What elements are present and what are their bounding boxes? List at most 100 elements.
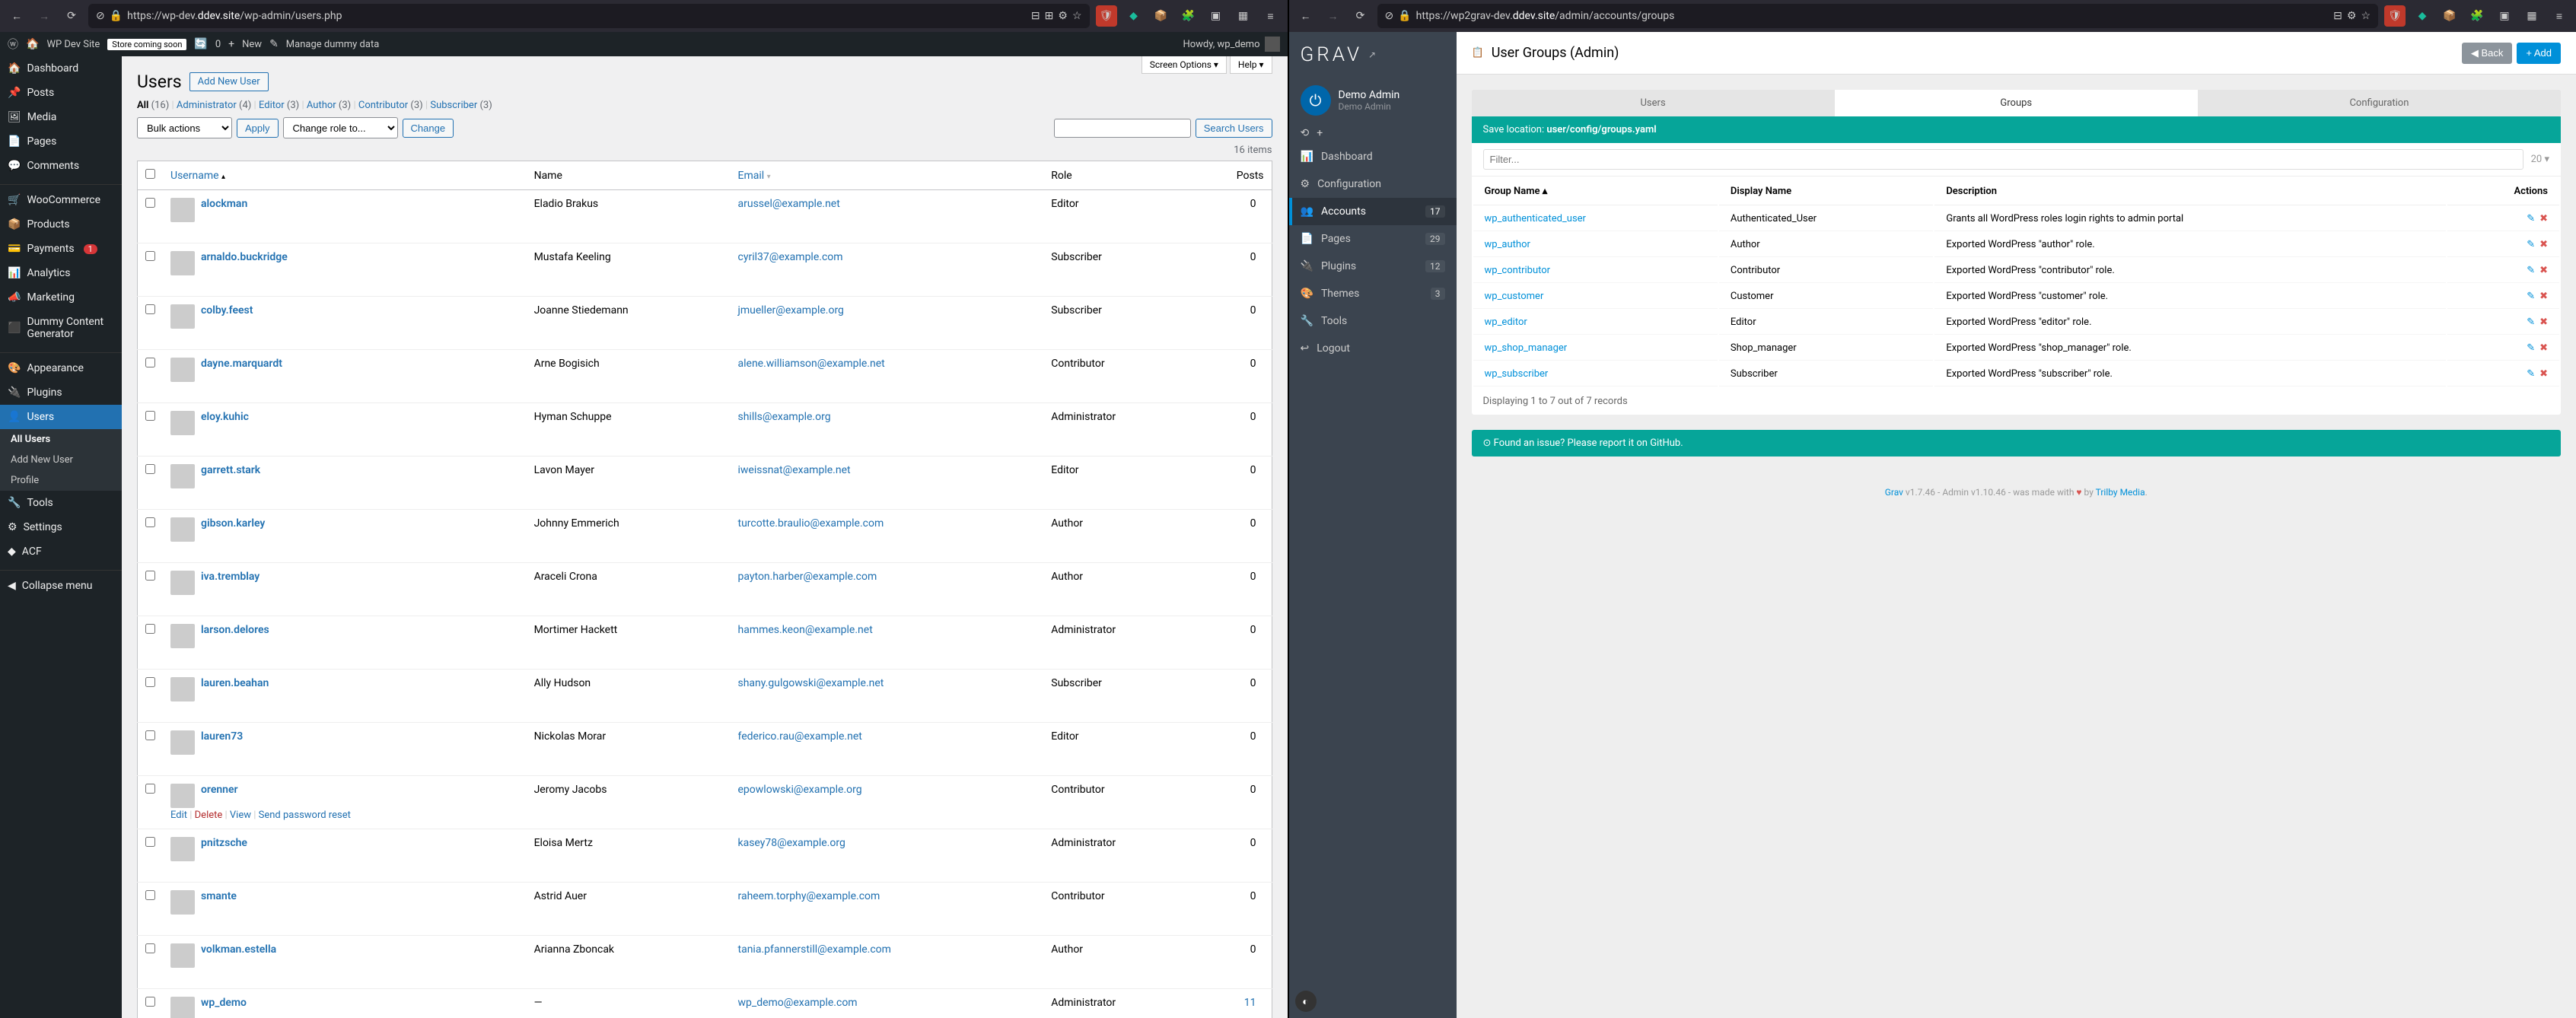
delete-icon[interactable]: ✖ <box>2539 291 2548 302</box>
username-link[interactable]: wp_demo <box>201 997 247 1009</box>
delete-link[interactable]: Delete <box>195 810 223 821</box>
username-link[interactable]: orenner <box>201 784 238 796</box>
username-link[interactable]: larson.delores <box>201 624 269 636</box>
row-checkbox[interactable] <box>145 624 155 634</box>
email-link[interactable]: tania.pfannerstill@example.com <box>738 943 891 956</box>
ext-ublock-icon[interactable]: 🛡 <box>2384 5 2406 27</box>
back-button[interactable]: ← <box>6 5 27 27</box>
delete-icon[interactable]: ✖ <box>2539 317 2548 328</box>
sidebar-item-configuration[interactable]: ⚙Configuration <box>1289 170 1457 198</box>
sidebar-item-acf[interactable]: ◆ACF <box>0 539 122 564</box>
submenu-all-users[interactable]: All Users <box>0 429 122 450</box>
col-group-name[interactable]: Group Name ▴ <box>1473 178 1718 205</box>
username-link[interactable]: alockman <box>201 198 247 210</box>
home-icon[interactable]: 🏠 <box>26 38 39 50</box>
trilby-link[interactable]: Trilby Media <box>2096 487 2145 498</box>
ext-ublock-icon[interactable]: 🛡 <box>1096 5 1117 27</box>
email-link[interactable]: epowlowski@example.org <box>738 784 862 796</box>
email-link[interactable]: hammes.keon@example.net <box>738 624 873 636</box>
email-link[interactable]: turcotte.braulio@example.com <box>738 517 884 530</box>
delete-icon[interactable]: ✖ <box>2539 239 2548 250</box>
sidebar-item-dashboard[interactable]: 📊Dashboard <box>1289 143 1457 170</box>
url-bar[interactable]: ⊘ 🔒 https://wp2grav-dev.ddev.site/admin/… <box>1377 4 2379 28</box>
grav-logo[interactable]: GRAV↗ <box>1289 32 1457 78</box>
edit-icon[interactable]: ✎ <box>2527 317 2535 328</box>
sidebar-item-media[interactable]: 🖼Media <box>0 105 122 129</box>
grav-user[interactable]: ⏻ Demo Admin Demo Admin <box>1289 78 1457 123</box>
group-link[interactable]: wp_editor <box>1485 317 1527 328</box>
row-checkbox[interactable] <box>145 358 155 367</box>
edit-link[interactable]: Edit <box>170 810 187 821</box>
star-icon[interactable]: ☆ <box>2361 10 2371 22</box>
reader-icon[interactable]: ⊟ <box>1031 10 1040 22</box>
sidebar-item-tools[interactable]: 🔧Tools <box>1289 307 1457 335</box>
edit-icon[interactable]: ✎ <box>2527 368 2535 380</box>
col-display-name[interactable]: Display Name <box>1719 178 1933 205</box>
reload-button[interactable]: ⟳ <box>61 5 82 27</box>
search-users-button[interactable]: Search Users <box>1196 119 1272 138</box>
email-link[interactable]: shany.gulgowski@example.net <box>738 677 884 689</box>
posts-link[interactable]: 11 <box>1244 997 1256 1009</box>
email-link[interactable]: iweissnat@example.net <box>738 464 851 476</box>
ext-puzzle-icon[interactable]: 🧩 <box>1178 5 1199 27</box>
email-link[interactable]: payton.harber@example.com <box>738 571 877 583</box>
username-link[interactable]: iva.tremblay <box>201 571 260 583</box>
row-checkbox[interactable] <box>145 890 155 900</box>
filter-all[interactable]: All <box>137 100 148 111</box>
username-link[interactable]: colby.feest <box>201 304 253 317</box>
edit-icon[interactable]: ✎ <box>2527 342 2535 354</box>
hamburger-icon[interactable]: ≡ <box>2549 5 2570 27</box>
username-link[interactable]: gibson.karley <box>201 517 265 530</box>
sidebar-item-dashboard[interactable]: 🏠Dashboard <box>0 56 122 81</box>
ext-puzzle-icon[interactable]: 🧩 <box>2466 5 2488 27</box>
sidebar-item-appearance[interactable]: 🎨Appearance <box>0 356 122 380</box>
search-input[interactable] <box>1054 119 1191 138</box>
email-link[interactable]: cyril37@example.com <box>738 251 843 263</box>
email-link[interactable]: wp_demo@example.com <box>738 997 858 1009</box>
sidebar-item-settings[interactable]: ⚙Settings <box>0 515 122 539</box>
row-checkbox[interactable] <box>145 251 155 261</box>
add-new-user-button[interactable]: Add New User <box>189 72 269 91</box>
filter-count[interactable]: 20 ▾ <box>2531 154 2549 165</box>
email-link[interactable]: kasey78@example.org <box>738 837 845 849</box>
filter-input[interactable] <box>1483 149 2523 170</box>
dummy-link[interactable]: Manage dummy data <box>286 39 380 50</box>
row-checkbox[interactable] <box>145 411 155 421</box>
edit-icon[interactable]: ✎ <box>2527 239 2535 250</box>
gear-icon[interactable]: ⚙ <box>1058 10 1068 22</box>
ext-dark-icon[interactable]: ▦ <box>1233 5 1254 27</box>
col-description[interactable]: Description <box>1934 178 2446 205</box>
ext-dark-icon[interactable]: ▦ <box>2521 5 2543 27</box>
delete-icon[interactable]: ✖ <box>2539 342 2548 354</box>
wordpress-logo-icon[interactable]: ⓦ <box>8 37 18 52</box>
filter-author[interactable]: Author <box>307 100 336 111</box>
bulk-actions-select[interactable]: Bulk actions <box>137 117 232 138</box>
sidebar-item-plugins[interactable]: 🔌Plugins12 <box>1289 253 1457 280</box>
plus-icon[interactable]: + <box>228 38 234 50</box>
col-username[interactable]: Username <box>170 170 219 182</box>
ext-teal-icon[interactable]: ◆ <box>2412 5 2433 27</box>
hamburger-icon[interactable]: ≡ <box>1260 5 1282 27</box>
sidebar-item-accounts[interactable]: 👥Accounts17 <box>1289 198 1457 225</box>
sidebar-item-logout[interactable]: ↩Logout <box>1289 335 1457 362</box>
username-link[interactable]: pnitzsche <box>201 837 247 849</box>
filter-contributor[interactable]: Contributor <box>358 100 408 111</box>
updates-icon[interactable]: 🔄 <box>194 38 207 50</box>
ext-green-icon[interactable]: ▣ <box>2494 5 2515 27</box>
url-bar[interactable]: ⊘ 🔒 https://wp-dev.ddev.site/wp-admin/us… <box>88 4 1090 28</box>
star-icon[interactable]: ☆ <box>1072 10 1082 22</box>
group-link[interactable]: wp_shop_manager <box>1485 342 1568 354</box>
username-link[interactable]: lauren73 <box>201 730 243 743</box>
edit-icon[interactable]: ✎ <box>2527 291 2535 302</box>
github-banner[interactable]: ⊙ Found an issue? Please report it on Gi… <box>1472 430 2562 457</box>
gear-icon[interactable]: ⚙ <box>2347 10 2357 22</box>
row-checkbox[interactable] <box>145 571 155 581</box>
site-name[interactable]: WP Dev Site <box>46 39 100 50</box>
edit-icon[interactable]: ✎ <box>2527 213 2535 224</box>
tab-groups[interactable]: Groups <box>1835 90 2198 116</box>
help-tab[interactable]: Help ▾ <box>1230 56 1272 74</box>
sidebar-item-pages[interactable]: 📄Pages <box>0 129 122 154</box>
grav-link[interactable]: Grav <box>1885 487 1903 498</box>
sidebar-item-pages[interactable]: 📄Pages29 <box>1289 225 1457 253</box>
howdy[interactable]: Howdy, wp_demo <box>1183 39 1259 50</box>
